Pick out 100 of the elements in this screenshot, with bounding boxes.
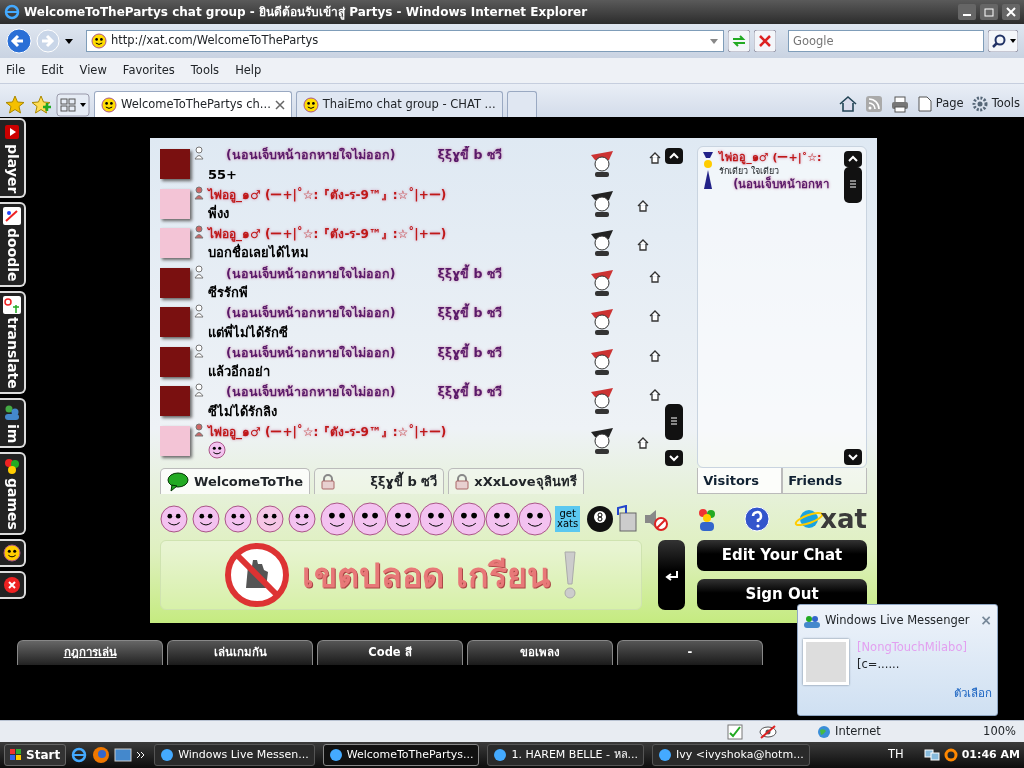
start-button[interactable]: Start [4,744,67,766]
menu-item[interactable]: Favorites [122,61,175,80]
scroll-thumb-icon[interactable] [665,404,684,440]
side-app-tab[interactable]: im [0,397,26,449]
user-name[interactable]: ไพ่ออู_๑♂ (ー+|˚☆:『ตัง-ร-9™』:☆˚|+ー) [208,422,447,441]
smiley-icon[interactable] [518,502,552,536]
chat-tab[interactable]: WelcomeToThe [160,468,311,494]
search-field[interactable]: Google [788,30,984,52]
smiley-icon[interactable] [452,502,486,536]
home-icon[interactable] [637,239,649,251]
zoom-level[interactable]: 100% [983,722,1016,741]
printer-icon[interactable] [889,95,910,113]
page-tab[interactable]: กฎการเล่น [17,640,163,665]
home-icon[interactable] [649,270,661,283]
browser-tab[interactable]: WelcomeToThePartys ch... [94,91,292,117]
home-icon[interactable] [649,349,661,362]
user-name[interactable]: ξξɣขี้ b ซวี [437,146,502,165]
list-tab[interactable]: Friends [782,468,867,494]
taskbar-item[interactable]: Ivy <ivyshoka@hotm... [652,744,810,766]
smiley-icon[interactable] [419,502,453,536]
help-icon[interactable] [744,506,771,532]
home-icon[interactable] [637,199,649,212]
page-tab[interactable]: - [617,640,763,665]
scroll-thumb-icon[interactable] [844,167,862,203]
refresh-icon[interactable] [728,30,750,52]
menu-item[interactable]: View [79,61,107,80]
smiley-icon[interactable] [256,505,284,533]
back-icon[interactable] [6,28,32,54]
minimize-icon[interactable] [958,4,976,20]
eight-ball-icon[interactable] [586,505,615,533]
user-name[interactable]: (นอนเจ็บหน้าอกหายใจไม่ออก) [226,304,396,323]
scroll-up-icon[interactable] [844,151,862,167]
user-name[interactable]: ξξɣขี้ b ซวี [437,383,502,402]
get-xats-button[interactable]: get xats [555,506,581,532]
smiley-icon[interactable] [386,502,420,536]
browser-tab[interactable]: ThaiEmo chat group - CHAT ... [295,91,503,117]
smiley-icon[interactable] [224,505,252,533]
home-icon[interactable] [649,310,661,322]
search-icon[interactable] [988,30,1018,52]
user-name[interactable]: ไพ่ออู_๑♂ (ー+|˚☆:『ตัง-ร-9™』:☆˚|+ー) [208,185,447,204]
menu-item[interactable]: Tools [190,61,220,80]
chat-tab[interactable]: xXxLoveจุลินทรี [448,468,584,494]
chevron-icon[interactable] [136,750,147,760]
user-name[interactable]: (นอนเจ็บหน้าอกหายใจไม่ออก) [226,264,396,284]
options-link[interactable]: ตัวเลือก [954,685,992,703]
user-name[interactable]: ไพ่ออู_๑♂ (ー+|˚☆: [719,150,830,167]
dropdown-icon[interactable] [64,37,74,45]
home-icon[interactable] [837,95,858,113]
user-name[interactable]: ξξɣขี้ b ซวี [437,304,502,323]
user-name[interactable]: ξξɣขี้ b ซวี [437,264,502,284]
scroll-up-icon[interactable] [665,148,684,164]
smiley-icon[interactable] [353,502,387,536]
list-tab[interactable]: Visitors [697,468,783,494]
chat-button[interactable]: Edit Your Chat [697,540,867,571]
user-name[interactable]: (นอนเจ็บหน้าอกหา [733,175,830,193]
network-icon[interactable] [923,748,940,762]
smiley-icon[interactable] [485,502,519,536]
user-name[interactable]: ไพ่ออู_๑♂ (ー+|˚☆:『ตัง-ร-9™』:☆˚|+ー) [208,225,447,243]
menu-item[interactable]: Edit [41,61,64,80]
user-name[interactable]: (นอนเจ็บหน้าอกหายใจไม่ออก) [226,146,396,165]
page-tab[interactable]: Code สี [317,640,463,665]
smiley-icon[interactable] [160,505,188,533]
smiley-icon[interactable] [192,505,220,533]
user-name[interactable]: (นอนเจ็บหน้าอกหายใจไม่ออก) [226,383,396,402]
menu-item[interactable]: File [6,61,26,80]
menu-item[interactable]: Help [235,61,262,80]
toolbar-menu[interactable]: Tools [991,95,1020,113]
desktop-icon[interactable] [114,746,133,764]
send-button[interactable] [658,540,685,610]
close-icon[interactable] [1002,4,1020,20]
address-field[interactable]: http://xat.com/WelcomeToThePartys [86,30,724,52]
page-tab[interactable]: ขอเพลง [467,640,613,665]
side-app-tab[interactable]: translate [0,290,26,394]
tab-grid-icon[interactable] [56,91,90,117]
smiley-icon[interactable] [320,502,354,536]
taskbar-item[interactable]: WelcomeToThePartys... [322,744,480,766]
home-icon[interactable] [649,389,661,401]
scroll-down-icon[interactable] [665,450,684,466]
chat-tab[interactable]: ξξɣขี้ b ซวี [314,468,445,494]
taskbar-item[interactable]: Windows Live Messen... [154,744,315,766]
restore-icon[interactable] [980,4,998,20]
chat-button[interactable]: Sign Out [697,579,867,610]
user-name[interactable]: (นอนเจ็บหน้าอกหายใจไม่ออก) [226,343,396,363]
toolbar-menu[interactable]: Page [935,95,964,113]
home-icon[interactable] [637,436,649,449]
page-tab[interactable]: เล่นเกมกัน [167,640,313,665]
side-app-tab[interactable]: player [0,118,26,199]
fox-icon[interactable] [92,746,111,764]
taskbar-item[interactable]: 1. HAREM BELLE - หล... [487,744,644,766]
smiley-icon[interactable] [3,544,21,562]
ring-icon[interactable] [943,748,958,762]
browser-icon[interactable] [70,746,89,764]
smiley-icon[interactable] [288,505,316,533]
home-icon[interactable] [649,152,661,164]
side-app-tab[interactable]: games [0,452,26,535]
language-indicator[interactable]: TH [888,746,904,764]
side-app-tab[interactable]: doodle [0,202,26,287]
close-icon[interactable] [3,576,21,594]
scroll-down-icon[interactable] [844,449,862,465]
user-name[interactable]: ξξɣขี้ b ซวี [437,343,502,363]
